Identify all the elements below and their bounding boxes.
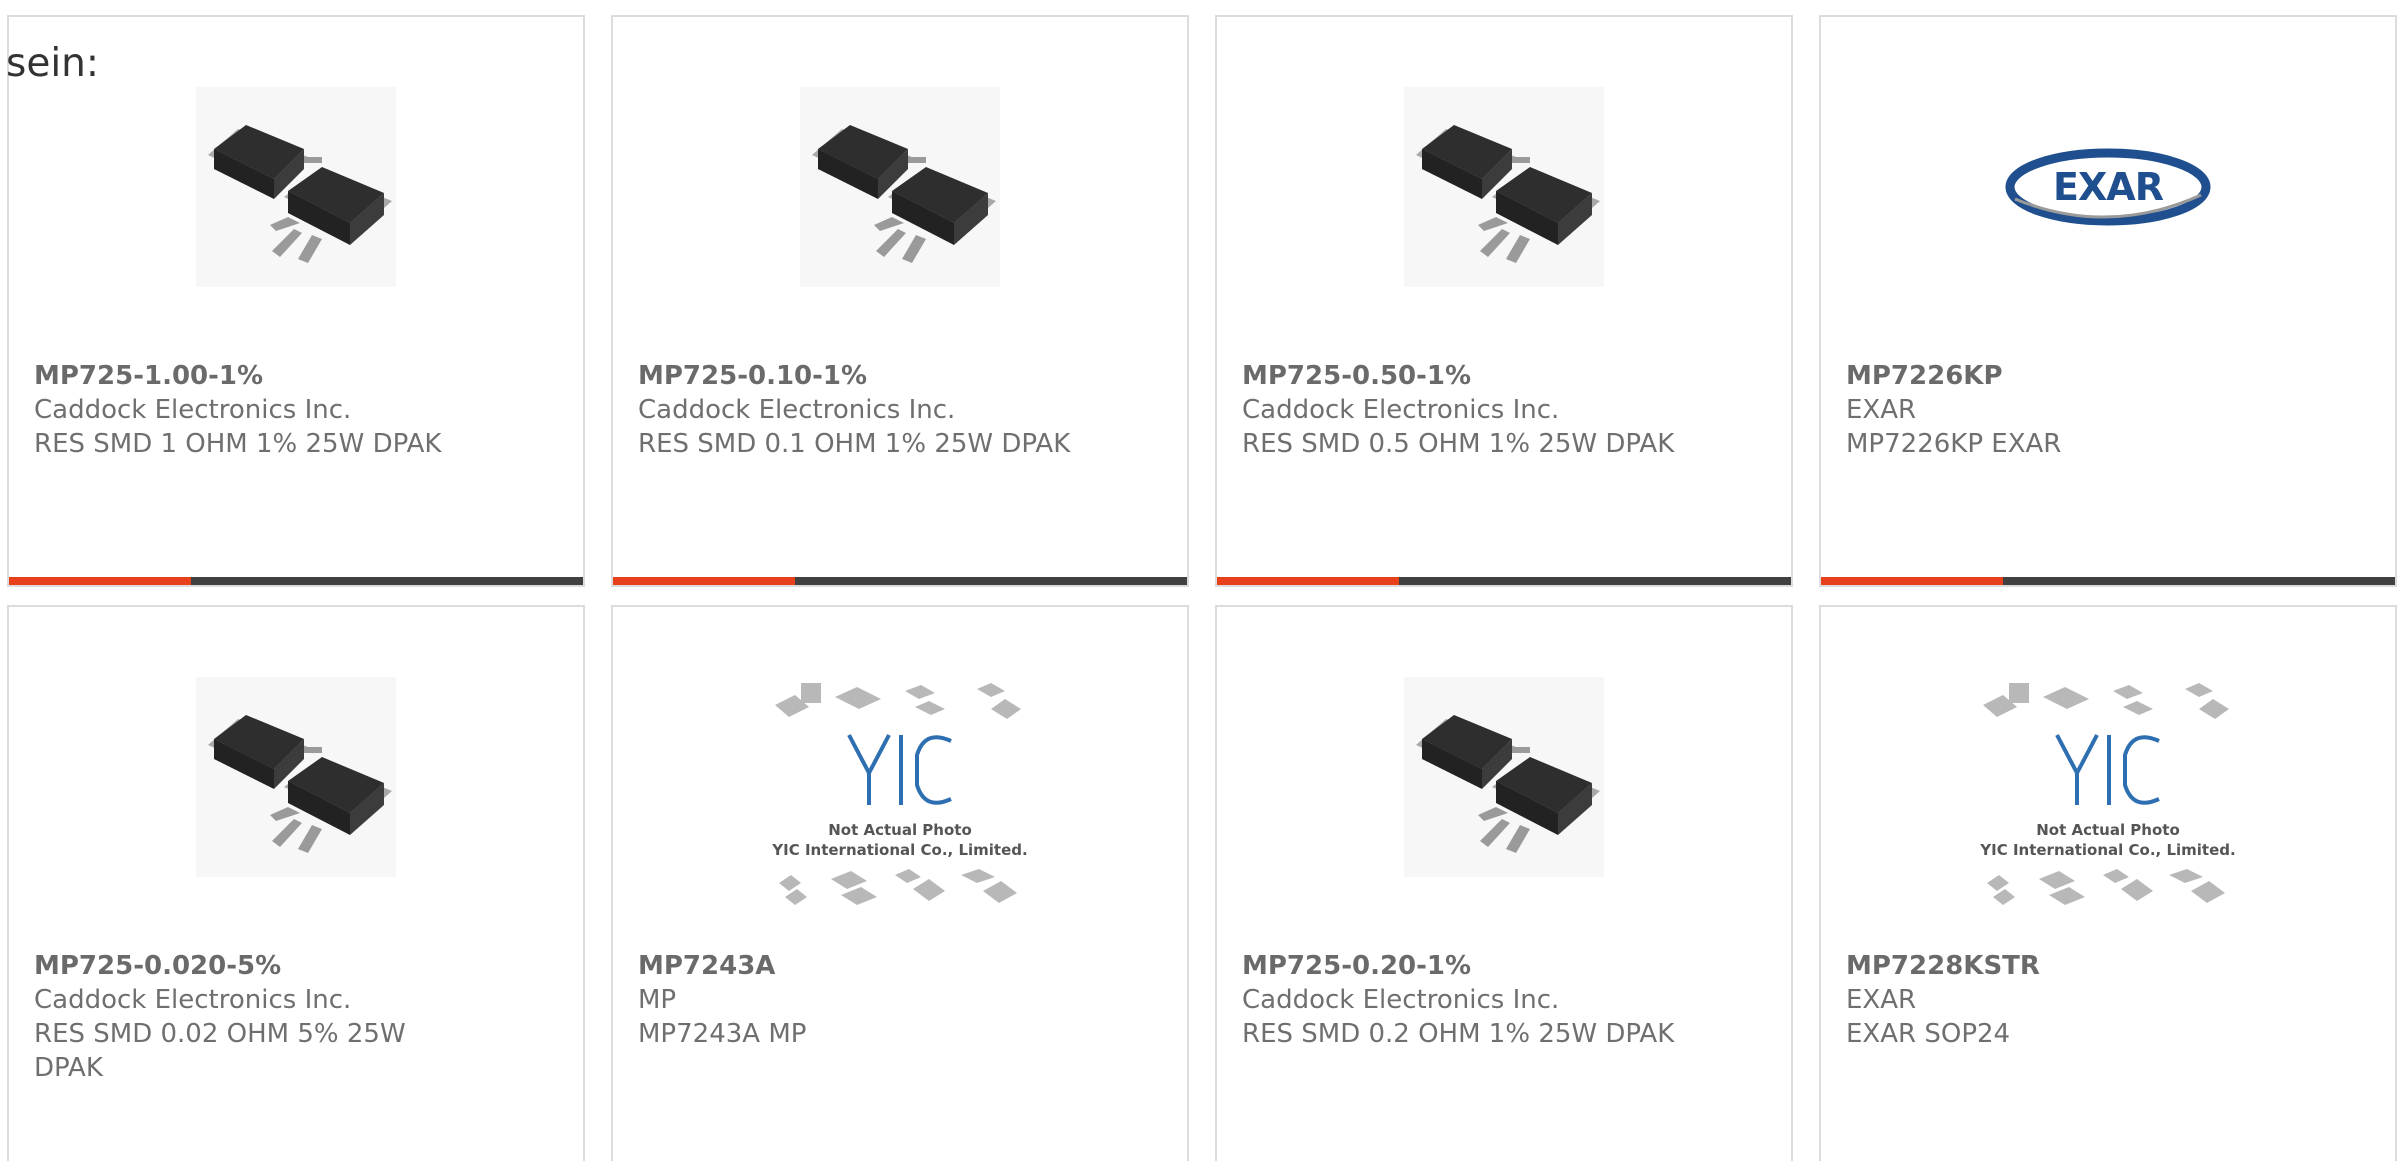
product-card[interactable]: MP725-0.020-5% Caddock Electronics Inc. … [7, 605, 585, 1161]
part-number-link[interactable]: MP725-0.020-5% [34, 949, 423, 983]
product-grid-page: sein: MP725-1.00-1% Caddock Electronics … [0, 0, 2400, 1161]
manufacturer: Caddock Electronics Inc. [1242, 985, 1560, 1015]
intro-text: sein: [6, 41, 100, 86]
svg-text:Not Actual Photo: Not Actual Photo [828, 821, 972, 839]
product-info: MP725-0.50-1% Caddock Electronics Inc. R… [1242, 359, 1771, 461]
product-card[interactable]: MP725-0.10-1% Caddock Electronics Inc. R… [611, 15, 1189, 587]
description: RES SMD 0.1 OHM 1% 25W DPAK [638, 429, 1071, 459]
product-card[interactable]: MP725-0.20-1% Caddock Electronics Inc. R… [1215, 605, 1793, 1161]
product-image[interactable]: Not Actual Photo YIC International Co., … [613, 683, 1187, 905]
card-bottom-bar [9, 577, 583, 585]
product-info: MP7226KP EXAR MP7226KP EXAR [1846, 359, 2375, 461]
svg-text:YIC International Co., Limited: YIC International Co., Limited. [771, 841, 1027, 859]
product-card[interactable]: Not Actual Photo YIC International Co., … [1819, 605, 2397, 1161]
description: EXAR SOP24 [1846, 1019, 2011, 1049]
description: RES SMD 0.2 OHM 1% 25W DPAK [1242, 1019, 1675, 1049]
manufacturer: Caddock Electronics Inc. [34, 395, 352, 425]
manufacturer: Caddock Electronics Inc. [34, 985, 352, 1015]
description: RES SMD 0.02 OHM 5% 25W DPAK [34, 1019, 406, 1083]
card-accent-bar [1217, 577, 1399, 585]
manufacturer: Caddock Electronics Inc. [638, 395, 956, 425]
card-accent-bar [1821, 577, 2003, 585]
card-bottom-bar [613, 577, 1187, 585]
product-image[interactable] [9, 677, 583, 877]
manufacturer: EXAR [1846, 985, 1917, 1015]
svg-text:EXAR: EXAR [2053, 165, 2164, 209]
product-card[interactable]: MP725-1.00-1% Caddock Electronics Inc. R… [7, 15, 585, 587]
product-card[interactable]: EXAR MP7226KP EXAR MP7226KP EXAR [1819, 15, 2397, 587]
product-image[interactable] [1217, 677, 1791, 877]
svg-text:YIC International Co., Limited: YIC International Co., Limited. [1979, 841, 2235, 859]
part-number-link[interactable]: MP7226KP [1846, 359, 2375, 393]
dpak-package-icon [196, 87, 396, 287]
product-image[interactable]: Not Actual Photo YIC International Co., … [1821, 683, 2395, 905]
manufacturer: Caddock Electronics Inc. [1242, 395, 1560, 425]
product-info: MP7228KSTR EXAR EXAR SOP24 [1846, 949, 2375, 1051]
product-info: MP7243A MP MP7243A MP [638, 949, 1167, 1051]
product-image[interactable] [9, 87, 583, 287]
description: RES SMD 0.5 OHM 1% 25W DPAK [1242, 429, 1675, 459]
product-image[interactable]: EXAR [1821, 87, 2395, 287]
part-number-link[interactable]: MP725-0.50-1% [1242, 359, 1771, 393]
manufacturer: EXAR [1846, 395, 1917, 425]
yic-placeholder-image: Not Actual Photo YIC International Co., … [1979, 683, 2236, 905]
product-card[interactable]: MP725-0.50-1% Caddock Electronics Inc. R… [1215, 15, 1793, 587]
manufacturer: MP [638, 985, 677, 1015]
description: MP7243A MP [638, 1019, 807, 1049]
part-number-link[interactable]: MP725-0.10-1% [638, 359, 1167, 393]
part-number-link[interactable]: MP725-1.00-1% [34, 359, 563, 393]
card-accent-bar [613, 577, 795, 585]
part-number-link[interactable]: MP7228KSTR [1846, 949, 2375, 983]
card-bottom-bar [1821, 577, 2395, 585]
product-info: MP725-1.00-1% Caddock Electronics Inc. R… [34, 359, 563, 461]
product-image[interactable] [613, 87, 1187, 287]
yic-placeholder-image: Not Actual Photo YIC International Co., … [771, 683, 1028, 905]
card-accent-bar [9, 577, 191, 585]
dpak-package-icon [1404, 87, 1604, 287]
card-bottom-bar [1217, 577, 1791, 585]
part-number-link[interactable]: MP7243A [638, 949, 1167, 983]
description: RES SMD 1 OHM 1% 25W DPAK [34, 429, 442, 459]
part-number-link[interactable]: MP725-0.20-1% [1242, 949, 1771, 983]
product-card[interactable]: Not Actual Photo YIC International Co., … [611, 605, 1189, 1161]
description: MP7226KP EXAR [1846, 429, 2062, 459]
exar-logo: EXAR [2005, 148, 2211, 226]
dpak-package-icon [800, 87, 1000, 287]
product-image[interactable] [1217, 87, 1791, 287]
svg-text:Not Actual Photo: Not Actual Photo [2036, 821, 2180, 839]
dpak-package-icon [196, 677, 396, 877]
product-info: MP725-0.10-1% Caddock Electronics Inc. R… [638, 359, 1167, 461]
product-info: MP725-0.020-5% Caddock Electronics Inc. … [34, 949, 423, 1085]
product-info: MP725-0.20-1% Caddock Electronics Inc. R… [1242, 949, 1771, 1051]
dpak-package-icon [1404, 677, 1604, 877]
